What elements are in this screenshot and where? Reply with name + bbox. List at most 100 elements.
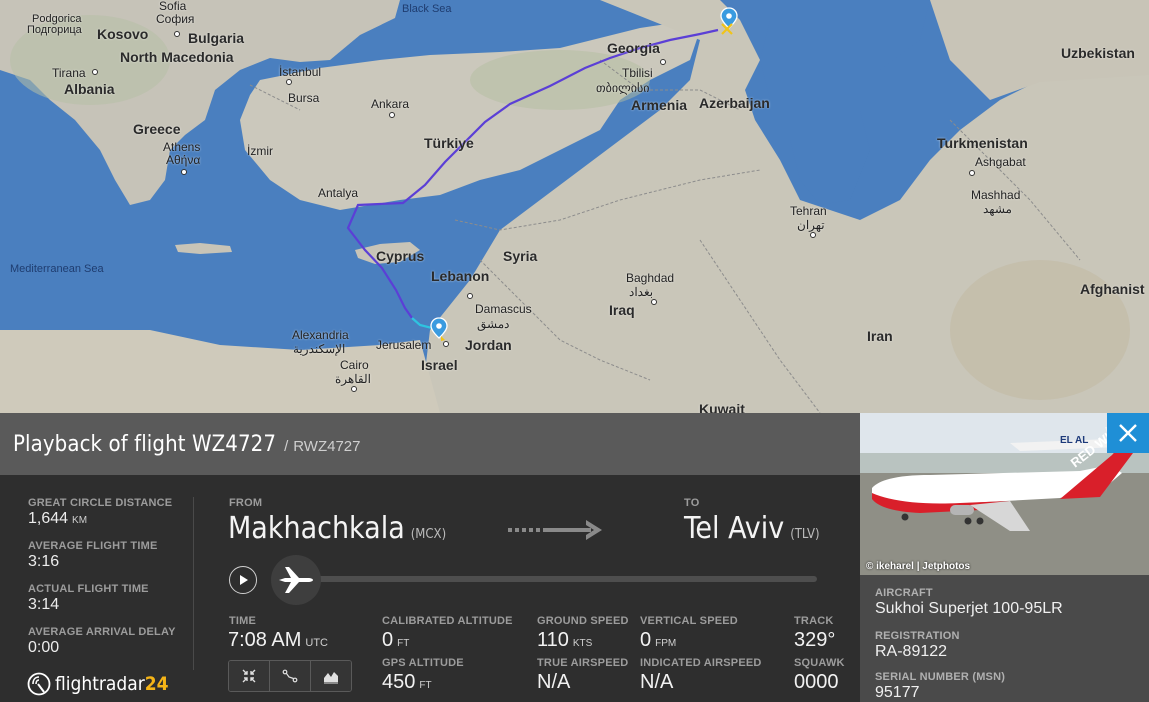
country-label: North Macedonia <box>120 49 234 65</box>
actual-flight-time-label: ACTUAL FLIGHT TIME <box>28 583 149 595</box>
flight-title-bar: Playback of flight WZ4727 / RWZ4727 <box>0 413 860 475</box>
city-label: İstanbul <box>279 65 322 79</box>
play-button[interactable] <box>229 566 257 594</box>
collapse-arrows-icon <box>242 669 256 683</box>
city-dot <box>181 169 187 175</box>
city-label: Tehran <box>790 204 827 218</box>
city-dot <box>286 79 292 85</box>
track-value: 329° <box>794 629 836 651</box>
playback-toolbox <box>228 660 352 692</box>
route-nodes-icon <box>282 669 298 683</box>
country-label: Uzbekistan <box>1061 45 1135 61</box>
to-label: TO <box>684 497 700 509</box>
close-button[interactable] <box>1107 413 1149 453</box>
city-label: თბილისი <box>596 81 650 95</box>
city-dot <box>467 293 473 299</box>
aircraft-photo[interactable]: RED WINGS EL AL <box>860 413 1149 575</box>
country-label: Jordan <box>465 337 512 353</box>
calibrated-altitude-label: CALIBRATED ALTITUDE <box>382 615 513 627</box>
country-label: Syria <box>503 248 538 264</box>
city-label: Mashhad <box>971 188 1021 202</box>
city-label: Ashgabat <box>975 155 1026 169</box>
city-dot <box>969 170 975 176</box>
city-label: القاهرة <box>335 372 371 386</box>
city-label: Ankara <box>371 97 410 111</box>
timeline-scrubber[interactable] <box>271 555 321 605</box>
playback-timeline[interactable] <box>297 576 817 582</box>
actual-flight-time-value: 3:14 <box>28 596 60 613</box>
squawk-value: 0000 <box>794 671 839 693</box>
serial-number-label: SERIAL NUMBER (MSN) <box>875 671 1006 683</box>
true-airspeed-value: N/A <box>537 671 571 693</box>
track-label: TRACK <box>794 615 834 627</box>
avg-flight-time-value: 3:16 <box>28 553 60 570</box>
city-label: Athens <box>163 140 201 154</box>
altitude-graph-button[interactable] <box>311 661 351 691</box>
city-label: София <box>156 12 195 26</box>
country-label: Kuwait <box>699 401 745 413</box>
city-label: بغداد <box>629 285 654 299</box>
true-airspeed-label: TRUE AIRSPEED <box>537 657 629 669</box>
city-label: Jerusalem <box>376 338 432 352</box>
flight-callsign: RWZ4727 <box>293 437 361 455</box>
country-label: Cyprus <box>376 248 425 264</box>
city-label: Antalya <box>318 186 359 200</box>
great-circle-value: 1,644 KM <box>28 510 88 527</box>
city-label: Tbilisi <box>622 66 653 80</box>
serial-number-value: 95177 <box>875 684 920 701</box>
flight-details-panel: GREAT CIRCLE DISTANCE 1,644 KM AVERAGE FL… <box>0 475 860 702</box>
destination-city[interactable]: Tel Aviv (TLV) <box>684 511 820 546</box>
flight-map[interactable]: Black Sea Mediterranean Sea Bulgaria Nor… <box>0 0 1149 413</box>
airplane-icon <box>279 567 313 593</box>
country-label: Iraq <box>609 302 635 318</box>
calibrated-altitude-value: 0 FT <box>382 629 410 651</box>
close-icon <box>1119 424 1137 442</box>
flightradar24-logo[interactable]: flightradar24 <box>27 672 169 696</box>
photo-credit[interactable]: © ikeharel | Jetphotos <box>866 561 970 572</box>
time-value: 7:08 AM UTC <box>228 629 328 651</box>
squawk-label: SQUAWK <box>794 657 845 669</box>
play-icon <box>240 575 248 585</box>
sea-label: Mediterranean Sea <box>10 263 104 275</box>
title-separator: / <box>284 437 289 455</box>
indicated-airspeed-label: INDICATED AIRSPEED <box>640 657 762 669</box>
route-button[interactable] <box>270 661 311 691</box>
city-label: Baghdad <box>626 271 675 285</box>
country-label: Kosovo <box>97 26 149 42</box>
city-dot <box>810 232 816 238</box>
vertical-speed-label: VERTICAL SPEED <box>640 615 738 627</box>
country-label: Lebanon <box>431 268 490 284</box>
country-label: Albania <box>64 81 115 97</box>
city-label: Cairo <box>340 358 369 372</box>
city-dot <box>660 59 666 65</box>
city-label: Αθήνα <box>166 153 201 167</box>
route-arrow-icon <box>508 520 602 540</box>
country-label: Turkmenistan <box>937 135 1028 151</box>
logo-text: flightradar <box>55 673 145 695</box>
city-label: Tirana <box>52 66 86 80</box>
city-label: İzmir <box>247 144 273 158</box>
gps-altitude-value: 450 FT <box>382 671 432 693</box>
aircraft-info-panel: AIRCRAFT Sukhoi Superjet 100-95LR REGIST… <box>860 575 1149 702</box>
avg-arrival-delay-label: AVERAGE ARRIVAL DELAY <box>28 626 176 638</box>
country-label: Greece <box>133 121 181 137</box>
registration-value[interactable]: RA-89122 <box>875 643 947 661</box>
city-dot <box>174 31 180 37</box>
aircraft-value: Sukhoi Superjet 100-95LR <box>875 600 1063 617</box>
svg-text:EL AL: EL AL <box>1060 435 1088 446</box>
city-label: تهران <box>797 218 825 232</box>
flight-title: Playback of flight WZ4727 <box>13 431 277 457</box>
city-label: الإسكندرية <box>293 342 346 356</box>
radar-logo-icon <box>27 672 51 696</box>
vertical-speed-value: 0 FPM <box>640 629 677 651</box>
city-label: Подгорица <box>27 24 82 36</box>
city-dot <box>92 69 98 75</box>
city-dot <box>651 299 657 305</box>
aircraft-photo-image: RED WINGS EL AL <box>860 413 1149 575</box>
gps-altitude-label: GPS ALTITUDE <box>382 657 464 669</box>
origin-city[interactable]: Makhachkala (MCX) <box>228 511 446 546</box>
country-label: Azerbaijan <box>699 95 770 111</box>
collapse-view-button[interactable] <box>229 661 270 691</box>
avg-arrival-delay-value: 0:00 <box>28 639 60 656</box>
city-label: دمشق <box>477 317 510 331</box>
